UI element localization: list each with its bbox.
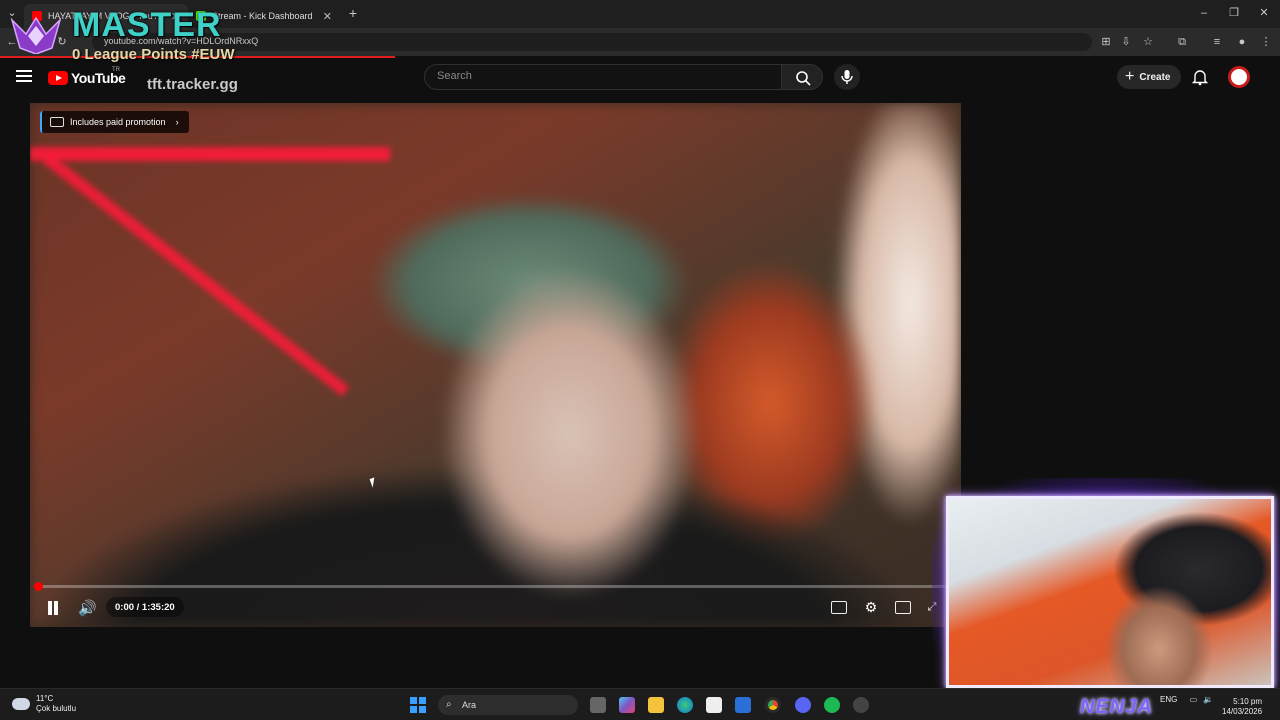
system-clock[interactable]: 5:10 pm 14/03/2026 xyxy=(1222,697,1262,717)
profile-avatar-icon[interactable]: ● xyxy=(1234,35,1250,49)
plus-icon: + xyxy=(1125,68,1135,85)
promo-label: Includes paid promotion xyxy=(70,117,166,127)
video-frame xyxy=(30,103,961,627)
chrome-browser-icon[interactable] xyxy=(765,697,781,713)
discord-icon[interactable] xyxy=(795,697,811,713)
taskbar-search-label: Ara xyxy=(462,700,477,710)
restore-window-icon[interactable]: ❐ xyxy=(1226,6,1242,20)
close-window-icon[interactable]: ✕ xyxy=(1256,6,1272,20)
region-code: TR xyxy=(112,67,120,73)
extensions-icon[interactable]: ⧉ xyxy=(1174,35,1190,49)
search-icon: ⌕ xyxy=(446,699,452,710)
create-button[interactable]: + Create xyxy=(1117,65,1181,89)
close-tab-icon[interactable]: ✕ xyxy=(323,10,332,23)
video-player[interactable]: Includes paid promotion › 🔊 0:00 / 1:35:… xyxy=(30,103,961,627)
minimize-window-icon[interactable]: – xyxy=(1196,6,1212,20)
windows-start-icon[interactable] xyxy=(410,697,426,713)
promotion-card-icon xyxy=(50,117,64,127)
install-app-icon[interactable]: ⇩ xyxy=(1118,35,1134,49)
webcam-feed xyxy=(946,496,1274,688)
url-field[interactable]: youtube.com/watch?v=HDLOrdNRxxQ xyxy=(92,33,1092,51)
youtube-play-icon xyxy=(48,71,68,85)
miniplayer-icon[interactable] xyxy=(895,601,911,614)
obs-studio-icon[interactable] xyxy=(853,697,869,713)
create-label: Create xyxy=(1139,71,1171,83)
search-icon xyxy=(796,71,811,86)
paid-promotion-badge[interactable]: Includes paid promotion › xyxy=(40,111,189,133)
search-placeholder: Search xyxy=(437,70,472,82)
speaker-icon[interactable]: 🔉 xyxy=(1203,695,1213,704)
search-input[interactable]: Search xyxy=(424,64,782,90)
notifications-bell-icon[interactable] xyxy=(1191,68,1209,86)
search-button[interactable] xyxy=(781,64,823,90)
taskbar-search-input[interactable]: ⌕ Ara xyxy=(438,695,578,715)
youtube-logo[interactable]: YouTube TR xyxy=(48,67,126,86)
player-controls: 🔊 0:00 / 1:35:20 ⚙ ⤢ xyxy=(30,593,961,627)
overlay-league-points: 0 League Points #EUW xyxy=(72,46,235,63)
scrubber-handle[interactable] xyxy=(34,582,43,591)
clock-date: 14/03/2026 xyxy=(1222,707,1263,716)
task-view-icon[interactable] xyxy=(590,697,606,713)
spotify-icon[interactable] xyxy=(824,697,840,713)
hamburger-menu-icon[interactable] xyxy=(16,68,32,84)
time-display: 0:00 / 1:35:20 xyxy=(106,597,184,617)
network-icon[interactable]: ▭ xyxy=(1190,695,1198,704)
system-tray: ENG ▭ 🔉 xyxy=(1160,695,1213,704)
chevron-right-icon: › xyxy=(175,117,179,127)
copilot-icon[interactable] xyxy=(619,697,635,713)
file-explorer-icon[interactable] xyxy=(648,697,664,713)
subtitles-icon[interactable] xyxy=(831,601,847,614)
outlook-icon[interactable] xyxy=(735,697,751,713)
master-rank-emblem-icon xyxy=(10,16,62,54)
weather-desc: Çok bulutlu xyxy=(36,704,77,713)
weather-temp: 11°C xyxy=(36,694,54,703)
media-controls-icon[interactable]: ≡ xyxy=(1209,35,1225,49)
video-progress-bar[interactable] xyxy=(34,582,953,591)
account-avatar[interactable] xyxy=(1228,66,1250,88)
overlay-rank-title: MASTER xyxy=(72,6,222,44)
bookmark-star-icon[interactable]: ☆ xyxy=(1140,35,1156,49)
voice-search-button[interactable] xyxy=(834,64,860,90)
clock-time: 5:10 pm xyxy=(1233,697,1263,706)
weather-widget[interactable]: 11°C Çok bulutlu xyxy=(12,694,76,714)
microsoft-store-icon[interactable] xyxy=(706,697,722,713)
volume-icon[interactable]: 🔊 xyxy=(78,599,97,617)
translate-icon[interactable]: ⊞ xyxy=(1098,35,1114,49)
edge-browser-icon[interactable] xyxy=(677,697,693,713)
new-tab-plus-icon[interactable]: + xyxy=(345,6,361,20)
settings-gear-icon[interactable]: ⚙ xyxy=(863,600,879,614)
tab-title: Stream - Kick Dashboard xyxy=(212,11,313,21)
neon-light-decoration xyxy=(30,147,390,161)
microphone-icon xyxy=(841,70,853,84)
browser-menu-icon[interactable]: ⋮ xyxy=(1258,35,1274,49)
overlay-tracker-url: tft.tracker.gg xyxy=(147,76,238,93)
cloud-weather-icon xyxy=(12,698,30,710)
overlay-streamer-name: NENJA xyxy=(1080,696,1153,718)
pause-button-icon[interactable] xyxy=(47,601,59,615)
language-indicator[interactable]: ENG xyxy=(1160,695,1177,704)
